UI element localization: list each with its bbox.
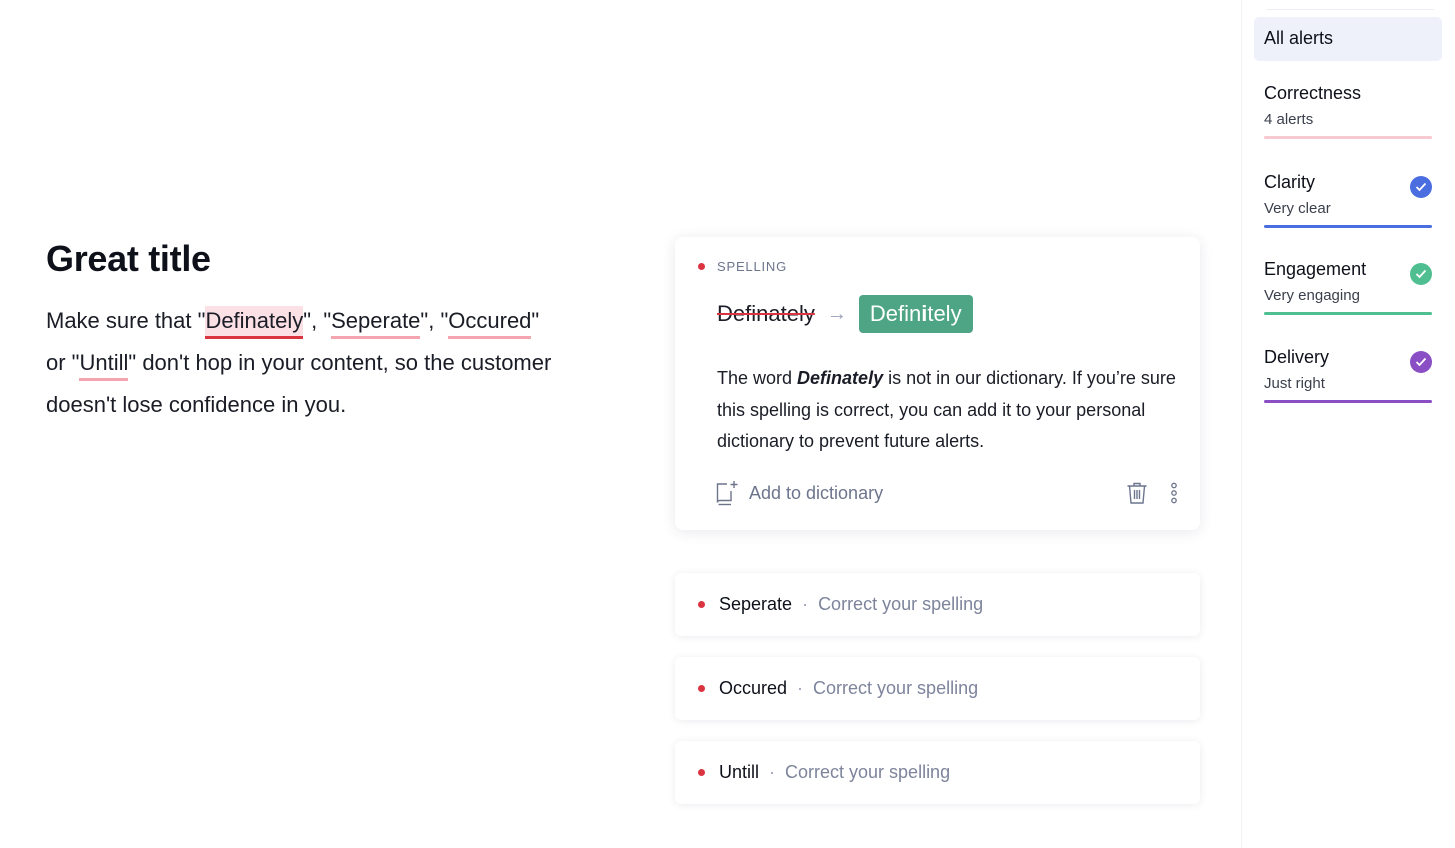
book-plus-icon xyxy=(716,481,738,506)
category-subtitle: Very clear xyxy=(1264,200,1331,217)
sidebar-item-engagement[interactable]: Engagement Very engaging xyxy=(1264,259,1432,315)
sidebar-item-all-alerts[interactable]: All alerts xyxy=(1254,17,1442,61)
description-word: Definately xyxy=(797,368,884,388)
more-vertical-icon xyxy=(1171,482,1177,504)
category-bar xyxy=(1264,225,1432,228)
more-options-button[interactable] xyxy=(1170,482,1178,504)
mistake-occured[interactable]: Occured xyxy=(448,306,532,339)
mistake-seperate[interactable]: Seperate xyxy=(331,306,421,339)
card-description: The word Definately is not in our dictio… xyxy=(717,363,1182,458)
editor[interactable]: Great title Make sure that "Definately",… xyxy=(46,238,616,426)
text-segment: Make sure that " xyxy=(46,308,206,333)
text-segment: or " xyxy=(46,350,80,375)
original-word: Definately xyxy=(717,301,815,326)
alert-message: Correct your spelling xyxy=(785,762,951,782)
replacement-row: Definately → Definitely xyxy=(717,295,973,333)
category-subtitle: 4 alerts xyxy=(1264,111,1314,128)
mistake-definately[interactable]: Definately xyxy=(205,306,304,339)
alert-separator: · xyxy=(797,678,804,698)
category-title: Delivery xyxy=(1264,347,1330,367)
sidebar-item-delivery[interactable]: Delivery Just right xyxy=(1264,347,1432,403)
text-segment: ", " xyxy=(420,308,449,333)
replacement-part: tely xyxy=(927,301,962,326)
category-label: SPELLING xyxy=(717,259,787,274)
alert-item[interactable]: Untill · Correct your spelling xyxy=(675,741,1200,804)
text-segment: ", " xyxy=(303,308,332,333)
dismiss-button[interactable] xyxy=(1126,481,1148,505)
error-dot-icon xyxy=(698,601,705,608)
mistake-untill[interactable]: Untill xyxy=(79,348,129,381)
alert-message: Correct your spelling xyxy=(813,678,979,698)
category-bar xyxy=(1264,312,1432,315)
divider xyxy=(1266,9,1434,10)
check-circle-icon xyxy=(1410,263,1432,285)
category-title: Correctness xyxy=(1264,83,1362,103)
card-category: SPELLING xyxy=(698,259,787,274)
alert-separator: · xyxy=(802,594,809,614)
description-text: The word xyxy=(717,368,798,388)
document-title[interactable]: Great title xyxy=(46,238,616,280)
alert-message: Correct your spelling xyxy=(818,594,984,614)
arrow-right-icon: → xyxy=(826,302,847,325)
trash-icon xyxy=(1127,482,1147,504)
sidebar-item-clarity[interactable]: Clarity Very clear xyxy=(1264,172,1432,228)
sidebar: All alerts Correctness 4 alerts Clarity … xyxy=(1241,0,1455,848)
replacement-part: Defin xyxy=(869,301,922,326)
error-dot-icon xyxy=(698,769,705,776)
alert-item[interactable]: Occured · Correct your spelling xyxy=(675,657,1200,720)
sidebar-item-correctness[interactable]: Correctness 4 alerts xyxy=(1264,83,1432,139)
error-dot-icon xyxy=(698,685,705,692)
alert-word: Occured xyxy=(719,678,788,698)
category-bar xyxy=(1264,136,1432,139)
document-body[interactable]: Make sure that "Definately", "Seperate",… xyxy=(46,300,616,426)
suggestion-card[interactable]: SPELLING Definately → Definitely The wor… xyxy=(675,237,1200,530)
category-subtitle: Just right xyxy=(1264,375,1325,392)
check-circle-icon xyxy=(1410,176,1432,198)
category-bar xyxy=(1264,400,1432,403)
category-subtitle: Very engaging xyxy=(1264,287,1360,304)
text-segment: " xyxy=(531,308,540,333)
add-to-dictionary-button[interactable]: Add to dictionary xyxy=(715,480,883,506)
alert-word: Untill xyxy=(719,762,760,782)
add-to-dictionary-label: Add to dictionary xyxy=(749,482,884,503)
alert-word: Seperate xyxy=(719,594,793,614)
category-title: Engagement xyxy=(1264,259,1367,279)
category-title: Clarity xyxy=(1264,172,1316,192)
replacement-button[interactable]: Definitely xyxy=(858,295,973,333)
error-dot-icon xyxy=(698,263,705,270)
alert-separator: · xyxy=(769,762,776,782)
card-actions: Add to dictionary xyxy=(715,480,1178,506)
alert-item[interactable]: Seperate · Correct your spelling xyxy=(675,573,1200,636)
check-circle-icon xyxy=(1410,351,1432,373)
